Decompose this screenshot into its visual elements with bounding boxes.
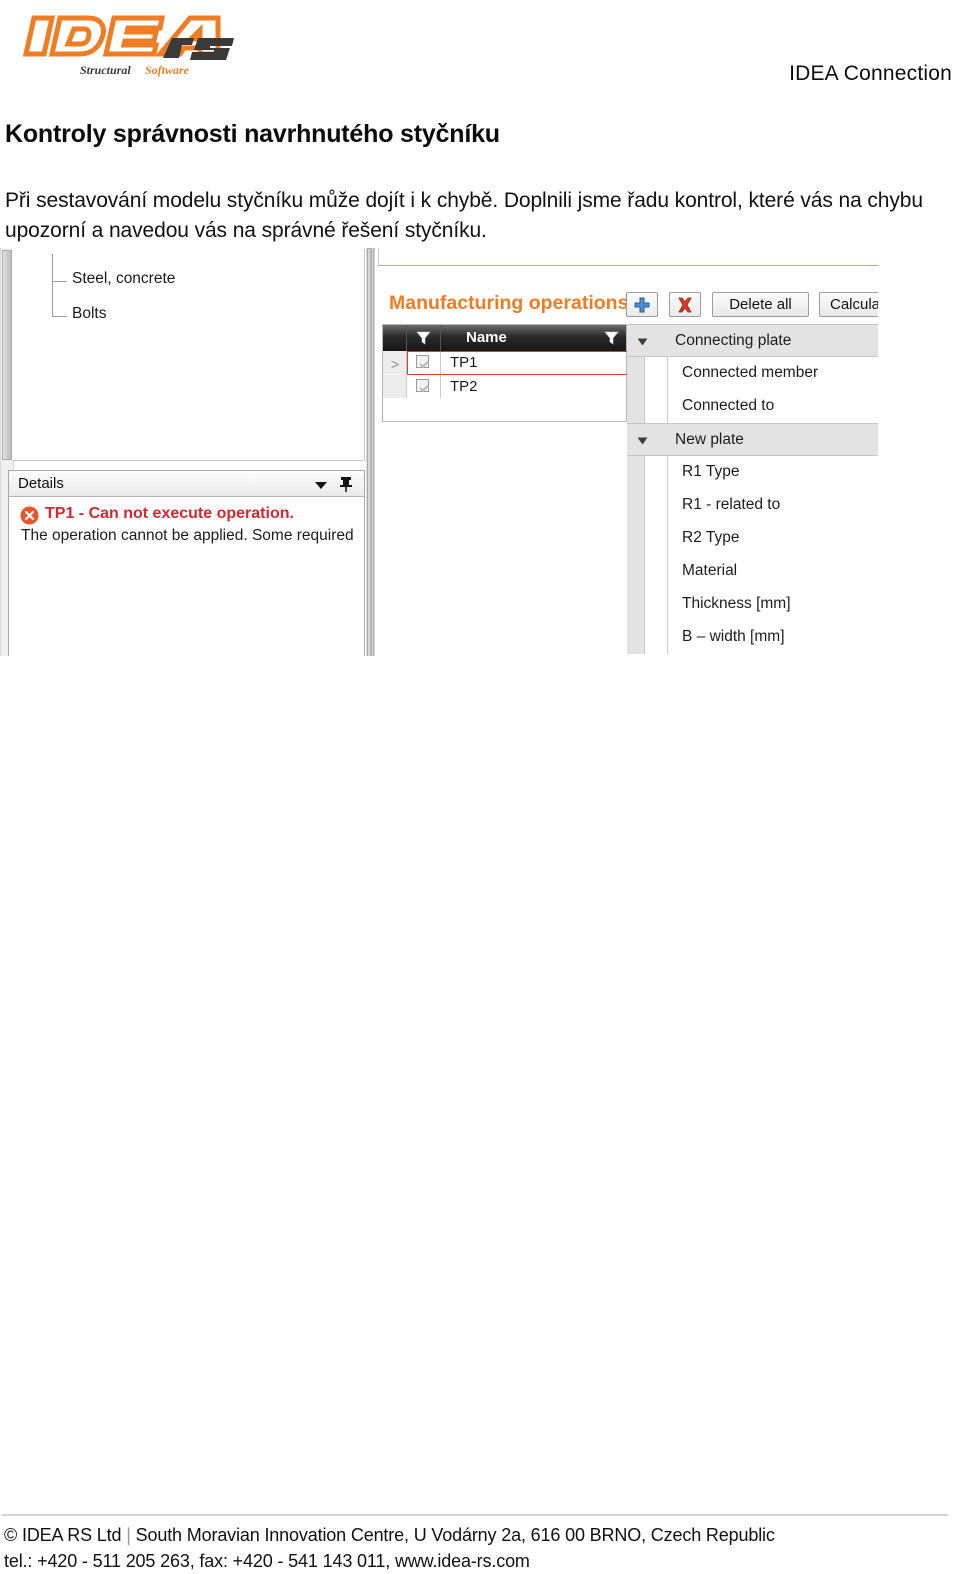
property-indent <box>627 555 645 588</box>
property-group-label: Connecting plate <box>675 332 792 349</box>
error-description: The operation cannot be applied. Some re… <box>21 527 354 544</box>
property-row-r2-type[interactable]: R2 Type <box>627 522 878 555</box>
property-indent <box>627 621 645 654</box>
property-row-r1-related-to[interactable]: R1 - related to <box>627 489 878 522</box>
property-divider <box>667 357 668 390</box>
property-row-connected-to[interactable]: Connected to <box>627 390 878 423</box>
property-divider <box>667 588 668 621</box>
footer-divider <box>2 1514 948 1516</box>
property-label: Material <box>682 562 738 579</box>
property-group-label: New plate <box>675 431 744 448</box>
property-row-b-width[interactable]: B – width [mm] <box>627 621 878 654</box>
property-label: R1 - related to <box>682 496 781 513</box>
row-name-label: TP1 <box>450 354 478 371</box>
row-name-cell[interactable]: TP2 <box>441 375 626 398</box>
ops-panel-top-frame <box>378 248 878 266</box>
left-scrollbar-thumb[interactable] <box>2 250 12 460</box>
tree-item-steel-concrete[interactable]: Steel, concrete <box>72 270 175 288</box>
property-label: Connected member <box>682 364 819 381</box>
chevron-down-icon[interactable] <box>637 437 648 445</box>
tree-item-label: Bolts <box>72 305 107 322</box>
add-operation-button[interactable] <box>626 292 658 317</box>
property-row-r1-type[interactable]: R1 Type <box>627 456 878 489</box>
footer-line-2: tel.: +420 - 511 205 263, fax: +420 - 54… <box>4 1551 530 1571</box>
property-divider <box>667 489 668 522</box>
error-circle-icon <box>20 506 39 525</box>
delete-operation-button[interactable] <box>669 292 701 317</box>
details-panel: Details TP1 - Can not execute operation.… <box>8 470 365 656</box>
property-group-connecting-plate[interactable]: Connecting plate <box>627 324 878 357</box>
property-row-connected-member[interactable]: Connected member <box>627 357 878 390</box>
row-indicator-cell: > <box>383 351 407 374</box>
property-indent <box>627 456 645 489</box>
row-checkbox-cell[interactable] <box>407 375 441 398</box>
error-title: TP1 - Can not execute operation. <box>45 505 294 522</box>
logo-tagline-orange: Software <box>145 63 190 77</box>
table-row[interactable]: > TP1 <box>383 351 626 374</box>
document-header: Structural Software IDEA Connection <box>0 0 960 95</box>
property-indent <box>627 390 645 423</box>
idea-rs-logo: Structural Software <box>22 8 247 80</box>
row-checkbox[interactable] <box>416 379 429 392</box>
property-row-thickness[interactable]: Thickness [mm] <box>627 588 878 621</box>
app-name-label: IDEA Connection <box>789 62 952 85</box>
property-divider <box>667 390 668 423</box>
property-label: Connected to <box>682 397 775 414</box>
details-panel-body: TP1 - Can not execute operation. The ope… <box>9 498 364 656</box>
screenshot-figure: Steel, concrete Bolts Details TP1 - Can … <box>0 248 878 656</box>
column-header-name: Name <box>466 329 507 346</box>
red-x-icon <box>678 297 692 312</box>
footer-line-1: © IDEA RS Ltd | South Moravian Innovatio… <box>4 1522 775 1548</box>
model-tree-panel: Steel, concrete Bolts <box>12 248 365 461</box>
row-checkbox-cell[interactable] <box>407 351 441 374</box>
row-indicator-cell <box>383 375 407 398</box>
operations-grid-header: Name <box>383 325 626 351</box>
screenshot-fragment-left: Steel, concrete Bolts Details TP1 - Can … <box>0 248 366 656</box>
property-divider <box>667 621 668 654</box>
property-indent <box>627 522 645 555</box>
tree-connector-2 <box>52 254 67 317</box>
property-label: R2 Type <box>682 529 740 546</box>
manufacturing-operations-title: Manufacturing operations <box>389 292 629 314</box>
tree-item-bolts[interactable]: Bolts <box>72 305 106 323</box>
row-current-arrow: > <box>391 356 400 372</box>
property-divider <box>667 555 668 588</box>
chevron-down-icon[interactable] <box>637 338 648 346</box>
page-title: Kontroly správnosti navrhnutého styčníku <box>5 119 500 148</box>
chevron-down-icon[interactable] <box>315 482 327 489</box>
property-label: B – width [mm] <box>682 628 785 645</box>
delete-all-button[interactable]: Delete all <box>712 292 809 317</box>
footer-address: South Moravian Innovation Centre, U Vodá… <box>135 1525 775 1545</box>
row-checkbox[interactable] <box>416 355 429 368</box>
filter-funnel-icon[interactable] <box>604 331 619 345</box>
property-label: R1 Type <box>682 463 740 480</box>
footer-separator: | <box>126 1525 131 1545</box>
operations-grid: Name > TP1 TP2 <box>382 324 628 422</box>
intro-paragraph: Při sestavování modelu styčníku může doj… <box>5 189 923 242</box>
plus-icon <box>634 297 650 312</box>
header-cell-arrow <box>383 325 407 351</box>
row-name-cell[interactable]: TP1 <box>441 351 626 374</box>
tree-item-label: Steel, concrete <box>72 270 176 287</box>
table-row[interactable]: TP2 <box>383 375 626 398</box>
details-title: Details <box>18 475 64 492</box>
logo-tagline-dark: Structural <box>80 63 131 77</box>
filter-funnel-icon[interactable] <box>416 331 431 345</box>
property-divider <box>667 522 668 555</box>
property-row-material[interactable]: Material <box>627 555 878 588</box>
property-grid: Connecting plate Connected member Connec… <box>627 324 878 656</box>
footer-copyright: © IDEA RS Ltd <box>4 1525 122 1545</box>
header-cell-check[interactable] <box>407 325 441 351</box>
details-panel-header: Details <box>9 471 364 497</box>
calculate-button[interactable]: Calcula <box>819 292 878 317</box>
row-name-label: TP2 <box>450 378 478 395</box>
pin-icon[interactable] <box>339 476 353 493</box>
property-label: Thickness [mm] <box>682 595 791 612</box>
property-divider <box>667 456 668 489</box>
screenshot-fragment-right: Manufacturing operations Delete all Calc… <box>375 248 878 656</box>
property-indent <box>627 489 645 522</box>
property-group-new-plate[interactable]: New plate <box>627 423 878 456</box>
property-indent <box>627 588 645 621</box>
property-indent <box>627 357 645 390</box>
